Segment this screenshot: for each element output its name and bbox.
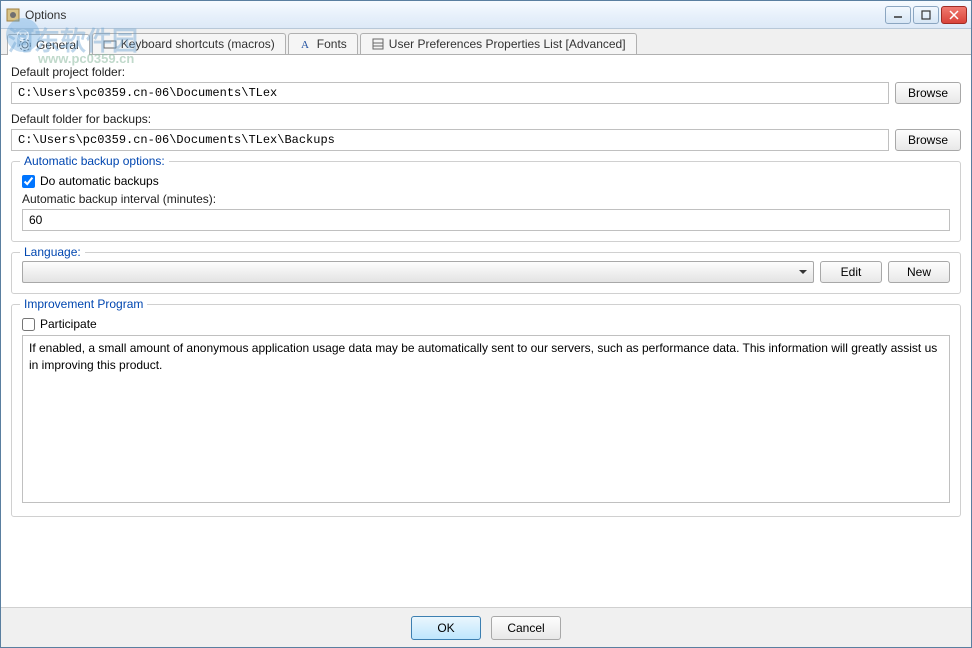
language-dropdown[interactable] [22,261,814,283]
cancel-button[interactable]: Cancel [491,616,561,640]
options-window: Options General Keyboard shortcuts (macr… [0,0,972,648]
window-buttons [885,6,967,24]
tab-label: General [36,38,79,52]
backup-options-group: Automatic backup options: Do automatic b… [11,161,961,242]
tab-label: Keyboard shortcuts (macros) [121,37,275,51]
improvement-description[interactable]: If enabled, a small amount of anonymous … [22,335,950,503]
language-title: Language: [20,245,85,259]
svg-text:A: A [301,39,309,51]
gear-icon [18,38,32,52]
auto-backup-checkbox[interactable] [22,175,35,188]
close-button[interactable] [941,6,967,24]
backup-options-title: Automatic backup options: [20,154,169,168]
tab-label: Fonts [317,37,347,51]
improvement-group: Improvement Program Participate If enabl… [11,304,961,517]
backup-folder-label: Default folder for backups: [11,112,961,126]
language-new-button[interactable]: New [888,261,950,283]
browse-backup-button[interactable]: Browse [895,129,961,151]
maximize-button[interactable] [913,6,939,24]
tab-label: User Preferences Properties List [Advanc… [389,37,626,51]
minimize-button[interactable] [885,6,911,24]
tab-user-preferences[interactable]: User Preferences Properties List [Advanc… [360,33,637,54]
tab-general[interactable]: General [7,34,90,55]
ok-button[interactable]: OK [411,616,481,640]
browse-project-button[interactable]: Browse [895,82,961,104]
tab-fonts[interactable]: A Fonts [288,33,358,54]
backup-interval-label: Automatic backup interval (minutes): [22,192,950,206]
participate-label: Participate [40,317,97,331]
content-area: Default project folder: Browse Default f… [1,55,971,607]
backup-folder-input[interactable] [11,129,889,151]
app-icon [5,7,21,23]
language-group: Language: Edit New [11,252,961,294]
keyboard-icon [103,37,117,51]
project-folder-label: Default project folder: [11,65,961,79]
improvement-title: Improvement Program [20,297,147,311]
language-edit-button[interactable]: Edit [820,261,882,283]
chevron-down-icon [799,270,807,274]
backup-interval-input[interactable] [22,209,950,231]
window-title: Options [25,8,885,22]
font-icon: A [299,37,313,51]
tab-keyboard-shortcuts[interactable]: Keyboard shortcuts (macros) [92,33,286,54]
properties-icon [371,37,385,51]
tab-bar: General Keyboard shortcuts (macros) A Fo… [1,29,971,55]
dialog-footer: OK Cancel [1,607,971,647]
auto-backup-label: Do automatic backups [40,174,159,188]
participate-checkbox[interactable] [22,318,35,331]
titlebar: Options [1,1,971,29]
project-folder-input[interactable] [11,82,889,104]
